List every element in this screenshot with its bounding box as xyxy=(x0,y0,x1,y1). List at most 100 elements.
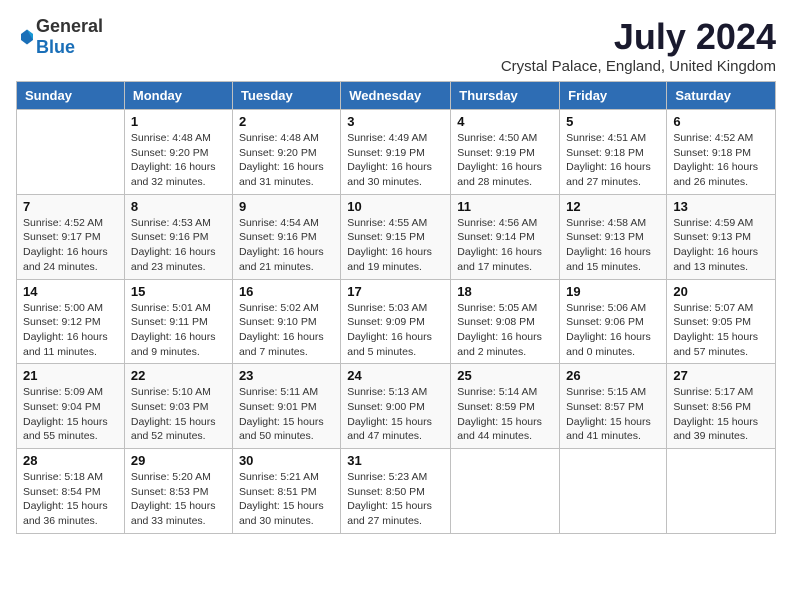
calendar-day-cell xyxy=(451,449,560,534)
day-number: 14 xyxy=(23,284,118,299)
calendar-day-cell: 25 Sunrise: 5:14 AMSunset: 8:59 PMDayligh… xyxy=(451,364,560,449)
calendar-day-cell: 29Sunrise: 5:20 AMSunset: 8:53 PMDayligh… xyxy=(124,449,232,534)
day-info-text: Sunrise: 5:06 AMSunset: 9:06 PMDaylight:… xyxy=(566,301,660,360)
day-info-text: Sunrise: 4:53 AMSunset: 9:16 PMDaylight:… xyxy=(131,216,226,275)
logo-icon xyxy=(18,28,36,46)
day-info-text: Sunrise: 5:13 AMSunset: 9:00 PMDaylight:… xyxy=(347,385,444,444)
calendar-week-row: 7Sunrise: 4:52 AMSunset: 9:17 PMDaylight… xyxy=(17,194,776,279)
calendar-day-cell: 3Sunrise: 4:49 AMSunset: 9:19 PMDaylight… xyxy=(341,110,451,195)
calendar-day-cell xyxy=(560,449,667,534)
calendar-day-cell: 24Sunrise: 5:13 AMSunset: 9:00 PMDayligh… xyxy=(341,364,451,449)
month-year-title: July 2024 xyxy=(501,16,776,58)
day-info-text: Sunrise: 4:48 AMSunset: 9:20 PMDaylight:… xyxy=(131,131,226,190)
calendar-table: SundayMondayTuesdayWednesdayThursdayFrid… xyxy=(16,81,776,534)
day-number: 10 xyxy=(347,199,444,214)
calendar-day-cell: 30Sunrise: 5:21 AMSunset: 8:51 PMDayligh… xyxy=(232,449,340,534)
day-number: 2 xyxy=(239,114,334,129)
weekday-header-saturday: Saturday xyxy=(667,82,776,110)
calendar-day-cell: 20 Sunrise: 5:07 AMSunset: 9:05 PMDayligh… xyxy=(667,279,776,364)
calendar-day-cell: 28Sunrise: 5:18 AMSunset: 8:54 PMDayligh… xyxy=(17,449,125,534)
calendar-week-row: 21Sunrise: 5:09 AMSunset: 9:04 PMDayligh… xyxy=(17,364,776,449)
title-block: July 2024 Crystal Palace, England, Unite… xyxy=(501,16,776,75)
day-info-text: Sunrise: 4:58 AMSunset: 9:13 PMDaylight:… xyxy=(566,216,660,275)
calendar-day-cell: 8 Sunrise: 4:53 AMSunset: 9:16 PMDaylight… xyxy=(124,194,232,279)
day-number: 28 xyxy=(23,453,118,468)
calendar-day-cell: 13 Sunrise: 4:59 AMSunset: 9:13 PMDayligh… xyxy=(667,194,776,279)
day-info-text: Sunrise: 5:17 AMSunset: 8:56 PMDaylight:… xyxy=(673,385,769,444)
calendar-day-cell: 1 Sunrise: 4:48 AMSunset: 9:20 PMDaylight… xyxy=(124,110,232,195)
calendar-day-cell: 23Sunrise: 5:11 AMSunset: 9:01 PMDayligh… xyxy=(232,364,340,449)
day-number: 7 xyxy=(23,199,118,214)
calendar-day-cell: 17 Sunrise: 5:03 AMSunset: 9:09 PMDayligh… xyxy=(341,279,451,364)
calendar-day-cell: 19 Sunrise: 5:06 AMSunset: 9:06 PMDayligh… xyxy=(560,279,667,364)
calendar-day-cell: 21Sunrise: 5:09 AMSunset: 9:04 PMDayligh… xyxy=(17,364,125,449)
day-number: 8 xyxy=(131,199,226,214)
day-info-text: Sunrise: 4:48 AMSunset: 9:20 PMDaylight:… xyxy=(239,131,334,190)
day-info-text: Sunrise: 5:07 AMSunset: 9:05 PMDaylight:… xyxy=(673,301,769,360)
day-number: 3 xyxy=(347,114,444,129)
day-number: 17 xyxy=(347,284,444,299)
day-number: 13 xyxy=(673,199,769,214)
day-number: 19 xyxy=(566,284,660,299)
day-number: 5 xyxy=(566,114,660,129)
day-info-text: Sunrise: 4:55 AMSunset: 9:15 PMDaylight:… xyxy=(347,216,444,275)
day-info-text: Sunrise: 5:14 AMSunset: 8:59 PMDaylight:… xyxy=(457,385,553,444)
calendar-week-row: 1 Sunrise: 4:48 AMSunset: 9:20 PMDaylight… xyxy=(17,110,776,195)
day-number: 27 xyxy=(673,368,769,383)
weekday-header-sunday: Sunday xyxy=(17,82,125,110)
day-info-text: Sunrise: 4:50 AMSunset: 9:19 PMDaylight:… xyxy=(457,131,553,190)
weekday-header-monday: Monday xyxy=(124,82,232,110)
calendar-day-cell: 22 Sunrise: 5:10 AMSunset: 9:03 PMDayligh… xyxy=(124,364,232,449)
day-number: 15 xyxy=(131,284,226,299)
day-number: 26 xyxy=(566,368,660,383)
day-number: 1 xyxy=(131,114,226,129)
day-info-text: Sunrise: 5:01 AMSunset: 9:11 PMDaylight:… xyxy=(131,301,226,360)
calendar-day-cell: 16 Sunrise: 5:02 AMSunset: 9:10 PMDayligh… xyxy=(232,279,340,364)
weekday-header-friday: Friday xyxy=(560,82,667,110)
day-info-text: Sunrise: 4:56 AMSunset: 9:14 PMDaylight:… xyxy=(457,216,553,275)
day-info-text: Sunrise: 4:51 AMSunset: 9:18 PMDaylight:… xyxy=(566,131,660,190)
day-info-text: Sunrise: 4:59 AMSunset: 9:13 PMDaylight:… xyxy=(673,216,769,275)
day-number: 25 xyxy=(457,368,553,383)
day-info-text: Sunrise: 5:05 AMSunset: 9:08 PMDaylight:… xyxy=(457,301,553,360)
day-info-text: Sunrise: 5:20 AMSunset: 8:53 PMDaylight:… xyxy=(131,470,226,529)
day-info-text: Sunrise: 5:15 AMSunset: 8:57 PMDaylight:… xyxy=(566,385,660,444)
day-number: 18 xyxy=(457,284,553,299)
day-number: 22 xyxy=(131,368,226,383)
day-number: 4 xyxy=(457,114,553,129)
day-number: 16 xyxy=(239,284,334,299)
day-number: 6 xyxy=(673,114,769,129)
calendar-day-cell: 31 Sunrise: 5:23 AMSunset: 8:50 PMDayligh… xyxy=(341,449,451,534)
calendar-day-cell: 7Sunrise: 4:52 AMSunset: 9:17 PMDaylight… xyxy=(17,194,125,279)
day-info-text: Sunrise: 5:10 AMSunset: 9:03 PMDaylight:… xyxy=(131,385,226,444)
calendar-day-cell: 26 Sunrise: 5:15 AMSunset: 8:57 PMDayligh… xyxy=(560,364,667,449)
logo-general-text: General xyxy=(36,16,103,36)
day-info-text: Sunrise: 5:23 AMSunset: 8:50 PMDaylight:… xyxy=(347,470,444,529)
weekday-header-thursday: Thursday xyxy=(451,82,560,110)
calendar-day-cell xyxy=(17,110,125,195)
day-info-text: Sunrise: 5:09 AMSunset: 9:04 PMDaylight:… xyxy=(23,385,118,444)
calendar-day-cell: 10 Sunrise: 4:55 AMSunset: 9:15 PMDayligh… xyxy=(341,194,451,279)
weekday-header-tuesday: Tuesday xyxy=(232,82,340,110)
location-text: Crystal Palace, England, United Kingdom xyxy=(501,58,776,75)
day-number: 23 xyxy=(239,368,334,383)
day-info-text: Sunrise: 4:54 AMSunset: 9:16 PMDaylight:… xyxy=(239,216,334,275)
day-info-text: Sunrise: 5:02 AMSunset: 9:10 PMDaylight:… xyxy=(239,301,334,360)
calendar-day-cell: 9Sunrise: 4:54 AMSunset: 9:16 PMDaylight… xyxy=(232,194,340,279)
day-info-text: Sunrise: 5:03 AMSunset: 9:09 PMDaylight:… xyxy=(347,301,444,360)
calendar-day-cell: 12 Sunrise: 4:58 AMSunset: 9:13 PMDayligh… xyxy=(560,194,667,279)
day-number: 31 xyxy=(347,453,444,468)
logo-blue-text: Blue xyxy=(36,37,75,57)
day-number: 12 xyxy=(566,199,660,214)
day-info-text: Sunrise: 5:21 AMSunset: 8:51 PMDaylight:… xyxy=(239,470,334,529)
calendar-day-cell: 2 Sunrise: 4:48 AMSunset: 9:20 PMDaylight… xyxy=(232,110,340,195)
calendar-week-row: 28Sunrise: 5:18 AMSunset: 8:54 PMDayligh… xyxy=(17,449,776,534)
calendar-day-cell: 18 Sunrise: 5:05 AMSunset: 9:08 PMDayligh… xyxy=(451,279,560,364)
day-info-text: Sunrise: 4:52 AMSunset: 9:18 PMDaylight:… xyxy=(673,131,769,190)
calendar-day-cell: 14Sunrise: 5:00 AMSunset: 9:12 PMDayligh… xyxy=(17,279,125,364)
calendar-day-cell: 27 Sunrise: 5:17 AMSunset: 8:56 PMDayligh… xyxy=(667,364,776,449)
weekday-header-wednesday: Wednesday xyxy=(341,82,451,110)
calendar-day-cell: 4 Sunrise: 4:50 AMSunset: 9:19 PMDaylight… xyxy=(451,110,560,195)
calendar-week-row: 14Sunrise: 5:00 AMSunset: 9:12 PMDayligh… xyxy=(17,279,776,364)
day-number: 20 xyxy=(673,284,769,299)
